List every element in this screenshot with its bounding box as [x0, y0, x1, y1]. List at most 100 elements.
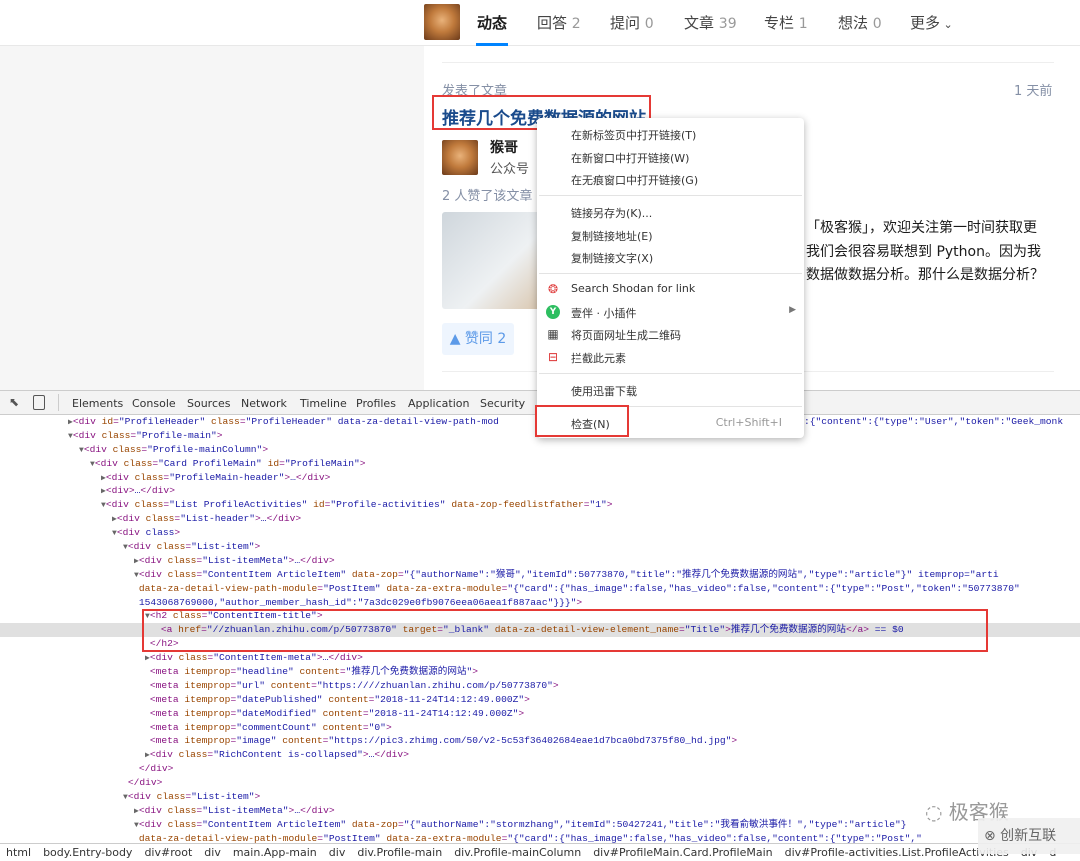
- dom-node-text: <div class="Profile-mainColumn">: [83, 443, 269, 455]
- article-thumbnail[interactable]: [442, 212, 542, 309]
- devtools-tab-profiles[interactable]: Profiles: [356, 397, 396, 410]
- yiban-icon: Y: [546, 305, 560, 319]
- author-name[interactable]: 猴哥: [490, 137, 518, 157]
- devtools-tab-security[interactable]: Security: [480, 397, 525, 410]
- dom-node-text: <div class="List-header">…</div>: [116, 513, 302, 525]
- breadcrumb-item[interactable]: div#Profile-activities.List.ProfileActiv…: [785, 846, 1009, 859]
- menu-item-open-incognito[interactable]: 在无痕窗口中打开链接(G): [571, 172, 698, 188]
- devtools-tab-sources[interactable]: Sources: [187, 397, 231, 410]
- tab-columns[interactable]: 专栏 1: [764, 12, 808, 33]
- tab-articles[interactable]: 文章 39: [684, 12, 737, 33]
- dom-node-line[interactable]: ▶<div class="List-itemMeta">…</div>: [0, 554, 1080, 568]
- dom-node-line[interactable]: <meta itemprop="commentCount" content="0…: [0, 721, 1080, 735]
- dom-node-line[interactable]: ▼<div class="ContentItem ArticleItem" da…: [0, 818, 1080, 832]
- dom-node-line[interactable]: ▼<div class="Card ProfileMain" id="Profi…: [0, 457, 1080, 471]
- breadcrumb-item[interactable]: div.Profile-main: [357, 846, 442, 859]
- menu-item-thunder-download[interactable]: 使用迅雷下载: [571, 383, 637, 399]
- tab-activity[interactable]: 动态: [477, 12, 507, 33]
- dom-node-text: <div class="RichContent is-collapsed">…<…: [149, 749, 409, 761]
- breadcrumb-item[interactable]: body.Entry-body: [43, 846, 132, 859]
- menu-item-open-new-window[interactable]: 在新窗口中打开链接(W): [571, 150, 689, 166]
- highlight-box: [535, 405, 629, 437]
- dom-node-line[interactable]: </div>: [0, 762, 1080, 776]
- breadcrumb-item[interactable]: div: [204, 846, 221, 859]
- breadcrumb-item[interactable]: div#ProfileMain.Card.ProfileMain: [593, 846, 772, 859]
- breadcrumb-item[interactable]: div.Profile-mainColumn: [454, 846, 581, 859]
- author-avatar[interactable]: [442, 140, 478, 175]
- dom-node-line[interactable]: ▼<div class="List-item">: [0, 540, 1080, 554]
- dom-node-line[interactable]: <meta itemprop="image" content="https://…: [0, 734, 1080, 748]
- breadcrumb: html body.Entry-body div#root div main.App-m…: [0, 843, 1080, 861]
- tab-questions[interactable]: 提问 0: [610, 12, 654, 33]
- menu-separator: [539, 195, 802, 196]
- menu-item-open-new-tab[interactable]: 在新标签页中打开链接(T): [571, 127, 696, 143]
- devtools-panel: ⬉ Elements Console Sources Network Timeline P…: [0, 390, 1080, 861]
- dom-node-text: <div class="ContentItem-meta">…</div>: [149, 652, 363, 664]
- dom-node-text: <meta itemprop="commentCount" content="0…: [149, 721, 392, 733]
- dom-node-text: data-za-detail-view-path-module="PostIte…: [138, 832, 922, 843]
- dom-node-line[interactable]: data-za-detail-view-path-module="PostIte…: [0, 832, 1080, 843]
- breadcrumb-item[interactable]: div#root: [144, 846, 192, 859]
- tab-answers[interactable]: 回答 2: [537, 12, 581, 33]
- menu-item-copy-link-address[interactable]: 复制链接地址(E): [571, 228, 653, 244]
- dom-node-text: <div class="ContentItem ArticleItem" dat…: [138, 818, 907, 830]
- dom-node-line[interactable]: </div>: [0, 776, 1080, 790]
- tab-count: 0: [872, 16, 882, 32]
- breadcrumb-item[interactable]: div: [329, 846, 346, 859]
- dom-node-line[interactable]: ▶<div class="RichContent is-collapsed">……: [0, 748, 1080, 762]
- device-toolbar-icon[interactable]: [33, 395, 45, 410]
- tab-more[interactable]: 更多 ⌄: [910, 12, 953, 33]
- dom-node-text: data-za-detail-view-path-module="PostIte…: [138, 582, 1020, 594]
- dom-node-line[interactable]: ▼<div class="List ProfileActivities" id=…: [0, 498, 1080, 512]
- dom-node-text: <div class="List-item">: [127, 541, 261, 553]
- dom-node-line[interactable]: ▼<div class="Profile-mainColumn">: [0, 443, 1080, 457]
- excerpt-line: 「极客猴」，欢迎关注第一时间获取更: [806, 220, 1037, 236]
- inspect-element-icon[interactable]: ⬉: [9, 395, 19, 409]
- dom-node-line[interactable]: <meta itemprop="headline" content="推荐几个免…: [0, 665, 1080, 679]
- upvote-button[interactable]: ▲ 赞同 2: [442, 323, 514, 355]
- tab-label: 动态: [477, 14, 508, 32]
- dom-node-line[interactable]: ▼<div class="List-item">: [0, 790, 1080, 804]
- tab-count: 1: [798, 16, 808, 32]
- dom-node-line[interactable]: <meta itemprop="datePublished" content="…: [0, 693, 1080, 707]
- submenu-arrow-icon: ▶: [789, 305, 796, 315]
- devtools-tab-timeline[interactable]: Timeline: [300, 397, 347, 410]
- highlight-box: [142, 609, 988, 652]
- dom-node-line[interactable]: ▶<div>…</div>: [0, 484, 1080, 498]
- menu-item-yiban[interactable]: 壹伴 · 小插件: [571, 305, 637, 321]
- devtools-tab-elements[interactable]: Elements: [72, 397, 123, 410]
- tab-thoughts[interactable]: 想法 0: [838, 12, 882, 33]
- tab-label: 文章: [684, 14, 715, 32]
- dom-node-line[interactable]: <meta itemprop="url" content="https:////…: [0, 679, 1080, 693]
- tab-count: 0: [644, 16, 654, 32]
- devtools-tab-network[interactable]: Network: [241, 397, 287, 410]
- menu-item-save-link-as[interactable]: 链接另存为(K)...: [571, 205, 652, 221]
- dom-node-line[interactable]: 1543068769000,"author_member_hash_id":"7…: [0, 596, 1080, 610]
- dom-node-line[interactable]: ▶<div class="List-header">…</div>: [0, 512, 1080, 526]
- activity-time: 1 天前: [1014, 84, 1053, 99]
- tab-label: 更多: [910, 14, 941, 32]
- dom-node-text: <div class="List-itemMeta">…</div>: [138, 554, 335, 566]
- menu-separator: [539, 373, 802, 374]
- dom-node-line[interactable]: ▶<div class="ContentItem-meta">…</div>: [0, 651, 1080, 665]
- breadcrumb-item[interactable]: html: [6, 846, 31, 859]
- menu-item-search-shodan[interactable]: Search Shodan for link: [571, 282, 695, 295]
- dom-node-line[interactable]: ▶<div class="ProfileMain-header">…</div>: [0, 471, 1080, 485]
- dom-node-line[interactable]: ▼<div class>: [0, 526, 1080, 540]
- menu-item-copy-link-text[interactable]: 复制链接文字(X): [571, 250, 653, 266]
- dom-node-text: <meta itemprop="image" content="https://…: [149, 735, 738, 747]
- devtools-tab-application[interactable]: Application: [408, 397, 469, 410]
- dom-node-line[interactable]: <meta itemprop="dateModified" content="2…: [0, 707, 1080, 721]
- dom-node-text: :{"content":{"type":"User","token":"Geek…: [804, 416, 1064, 427]
- dom-node-line[interactable]: ▶<div class="List-itemMeta">…</div>: [0, 804, 1080, 818]
- watermark-logo: ⊗ 创新互联: [978, 818, 1080, 854]
- breadcrumb-item[interactable]: main.App-main: [233, 846, 317, 859]
- menu-item-block-element[interactable]: 拦截此元素: [571, 350, 626, 366]
- menu-item-generate-qrcode[interactable]: 将页面网址生成二维码: [571, 327, 681, 343]
- tab-count: 2: [571, 16, 581, 32]
- dom-node-line[interactable]: ▼<div class="ContentItem ArticleItem" da…: [0, 568, 1080, 582]
- shortcut-label: Ctrl+Shift+I: [715, 416, 782, 429]
- dom-node-line[interactable]: data-za-detail-view-path-module="PostIte…: [0, 582, 1080, 596]
- divider: [58, 394, 59, 411]
- devtools-tab-console[interactable]: Console: [132, 397, 176, 410]
